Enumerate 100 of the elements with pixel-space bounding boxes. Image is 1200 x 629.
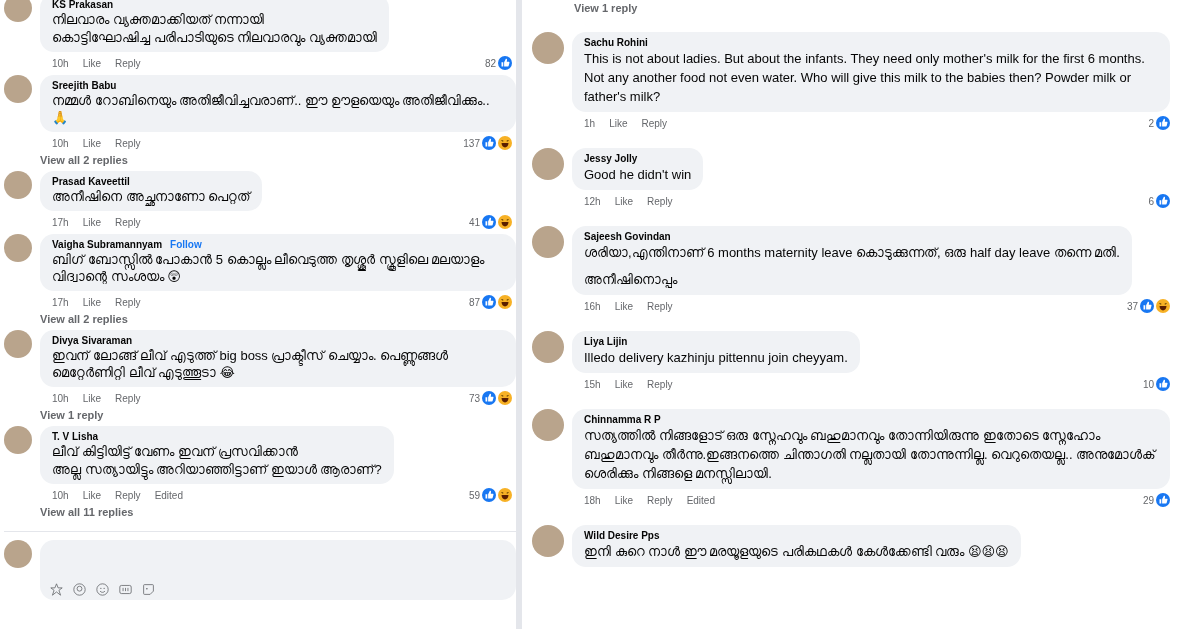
avatar-circle[interactable] <box>4 0 32 22</box>
reaction-count[interactable]: 37 <box>1126 300 1138 312</box>
action-link[interactable]: Like <box>614 195 634 207</box>
action-link[interactable]: Reply <box>115 296 141 308</box>
action-link[interactable]: Like <box>614 494 634 506</box>
author-name[interactable]: Wild Desire Pps <box>584 530 660 541</box>
reaction-count[interactable]: 73 <box>468 392 480 404</box>
like-icon <box>1156 116 1170 130</box>
avatar-circle[interactable] <box>532 331 564 363</box>
reaction-count[interactable]: 137 <box>463 137 480 149</box>
edited-label: Edited <box>154 489 183 501</box>
author-name[interactable]: Sachu Rohini <box>584 37 648 48</box>
avatar-face-icon[interactable] <box>73 583 86 596</box>
author-name[interactable]: Prasad Kaveettil <box>52 176 130 187</box>
author-name[interactable]: Liya Lijin <box>584 336 628 347</box>
action-link[interactable]: Reply <box>647 195 673 207</box>
gif-icon[interactable] <box>119 583 132 596</box>
author-name[interactable]: T. V Lisha <box>52 431 99 442</box>
reaction-count[interactable]: 29 <box>1142 494 1154 506</box>
action-link[interactable]: Reply <box>115 137 141 149</box>
reaction-count[interactable]: 10 <box>1142 378 1154 390</box>
laughing-face-icon <box>498 295 512 309</box>
comment-text: കൊട്ടിഘോഷിച്ച പരിപാടിയുടെ നിലവാരവും വ്യക്തമായി <box>52 29 377 46</box>
emoji-icon[interactable] <box>96 583 109 596</box>
comment-time[interactable]: 1h <box>584 117 596 129</box>
avatar-circle[interactable] <box>532 32 564 64</box>
comment-time[interactable]: 17h <box>52 216 69 228</box>
like-icon <box>1140 299 1154 313</box>
like-icon <box>498 56 512 70</box>
action-link[interactable]: Like <box>82 296 102 308</box>
action-link[interactable]: Reply <box>647 300 673 312</box>
action-link[interactable]: Reply <box>641 117 668 129</box>
action-link[interactable]: Like <box>82 137 102 149</box>
avatar-circle[interactable] <box>532 148 564 180</box>
comment-time[interactable]: 12h <box>584 195 601 207</box>
comment-time[interactable]: 16h <box>584 300 601 312</box>
avatar-circle[interactable] <box>4 330 32 358</box>
like-icon <box>1156 493 1170 507</box>
action-link[interactable]: Like <box>609 117 628 129</box>
avatar-circle[interactable] <box>4 75 32 103</box>
comment-text: സത്യത്തിൽ നിങ്ങളോട് ഒരു സ്നേഹവും ബഹുമാനവും തോന്നിയിരുന്നു ഇതോടെ സ്നേഹോം ബഹുമാനവും തീർന്നു.ഇങ്ങനത്തെ ചിന്താഗതി നല്ലതായി തോന്നുന്നില്ല. വെറുതെയല്ല.. അനുമോൾക് ശെരിക്കും നിങ്ങളെ മനസ്സിലായി. <box>584 426 1158 483</box>
laughing-face-icon <box>1156 299 1170 313</box>
star-icon[interactable] <box>50 583 63 596</box>
avatar-circle[interactable] <box>532 226 564 258</box>
author-name[interactable]: Jessy Jolly <box>584 153 638 164</box>
reaction-count[interactable]: 59 <box>468 489 480 501</box>
view-replies-link[interactable]: View all 2 replies <box>40 311 128 327</box>
follow-link[interactable]: Follow <box>170 239 202 250</box>
comment-text: Good he didn't win <box>584 166 692 184</box>
author-name[interactable]: Divya Sivaraman <box>52 335 133 346</box>
like-icon <box>1156 377 1170 391</box>
comment-time[interactable]: 10h <box>52 137 69 149</box>
comment-time[interactable]: 17h <box>52 296 69 308</box>
like-icon <box>482 295 496 309</box>
avatar-circle[interactable] <box>4 234 32 262</box>
avatar-circle[interactable] <box>532 525 564 557</box>
reaction-count[interactable]: 6 <box>1148 195 1154 207</box>
action-link[interactable]: Reply <box>647 378 673 390</box>
action-link[interactable]: Like <box>82 216 102 228</box>
action-link[interactable]: Like <box>82 392 102 404</box>
action-link[interactable]: Like <box>614 378 634 390</box>
action-link[interactable]: Like <box>82 57 102 69</box>
comment-text: അനീഷിനൊപ്പം <box>584 271 679 289</box>
action-link[interactable]: Reply <box>647 494 673 506</box>
view-replies-link[interactable]: View all 11 replies <box>40 504 134 520</box>
avatar-circle[interactable] <box>4 426 32 454</box>
view-replies-link[interactable]: View all 2 replies <box>40 152 128 168</box>
author-name[interactable]: Sreejith Babu <box>52 80 117 91</box>
sticker-icon[interactable] <box>142 583 155 596</box>
view-replies-link[interactable]: View 1 reply <box>532 0 1170 16</box>
action-link[interactable]: Like <box>82 489 102 501</box>
laughing-face-icon <box>498 215 512 229</box>
comment-time[interactable]: 18h <box>584 494 601 506</box>
author-name[interactable]: Chinnamma R P <box>584 414 661 425</box>
laughing-face-icon <box>498 136 512 150</box>
reaction-count[interactable]: 2 <box>1148 117 1154 129</box>
comment-text: ശരിയാ,എന്തിനാണ് 6 months maternity leave കൊടുക്കുന്നത്, ഒരു half day leave തന്നെ മതി. <box>584 244 1120 262</box>
action-link[interactable]: Reply <box>115 489 141 501</box>
comment-text: അല്ല സത്യായിട്ടും അറിയാഞ്ഞിട്ടാണ് ഇയാൾ ആരാണ്? <box>52 461 382 478</box>
avatar-circle[interactable] <box>4 171 32 199</box>
comment-time[interactable]: 10h <box>52 489 69 501</box>
comment-input-field[interactable] <box>40 540 516 600</box>
comment-time[interactable]: 15h <box>584 378 601 390</box>
comment-text: നമ്മൾ റോബിനെയും അതിജീവിച്ചവരാണ്.. ഈ ഊളയെയും അതിജീവിക്കും..🙏 <box>52 92 491 126</box>
comment-time[interactable]: 10h <box>52 57 69 69</box>
author-name[interactable]: Vaigha Subramannyam <box>52 239 163 250</box>
reaction-count[interactable]: 82 <box>484 57 496 69</box>
action-link[interactable]: Like <box>614 300 634 312</box>
action-link[interactable]: Reply <box>115 216 141 228</box>
action-link[interactable]: Reply <box>115 57 141 69</box>
author-name[interactable]: Sajeesh Govindan <box>584 231 671 242</box>
edited-label: Edited <box>686 494 715 506</box>
author-name[interactable]: KS Prakasan <box>52 0 114 10</box>
comment-text: Illedo delivery kazhinju pittennu join cheyyam. <box>584 349 848 367</box>
action-link[interactable]: Reply <box>115 392 141 404</box>
reaction-count[interactable]: 41 <box>468 216 480 228</box>
reaction-count[interactable]: 87 <box>468 296 480 308</box>
comment-time[interactable]: 10h <box>52 392 69 404</box>
avatar-circle[interactable] <box>532 409 564 441</box>
view-replies-link[interactable]: View 1 reply <box>40 407 104 423</box>
